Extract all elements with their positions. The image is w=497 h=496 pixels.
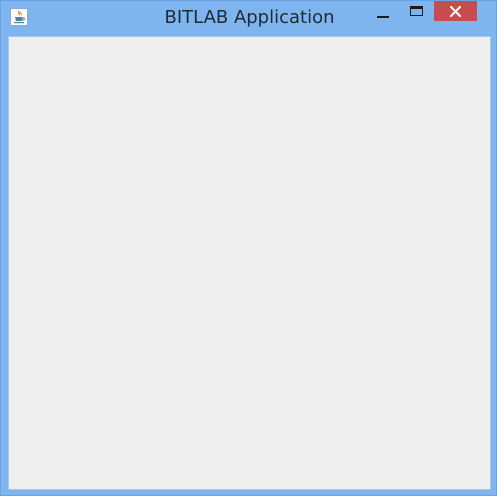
- maximize-button[interactable]: [403, 1, 429, 23]
- minimize-button[interactable]: [370, 1, 396, 23]
- application-window: BITLAB Application: [0, 0, 497, 496]
- java-cup-icon[interactable]: [10, 8, 28, 26]
- maximize-icon: [409, 6, 423, 16]
- close-icon: [450, 5, 461, 17]
- title-bar[interactable]: BITLAB Application: [1, 1, 496, 35]
- close-button[interactable]: [434, 1, 477, 21]
- content-pane: [8, 36, 491, 490]
- minimize-icon: [377, 16, 389, 18]
